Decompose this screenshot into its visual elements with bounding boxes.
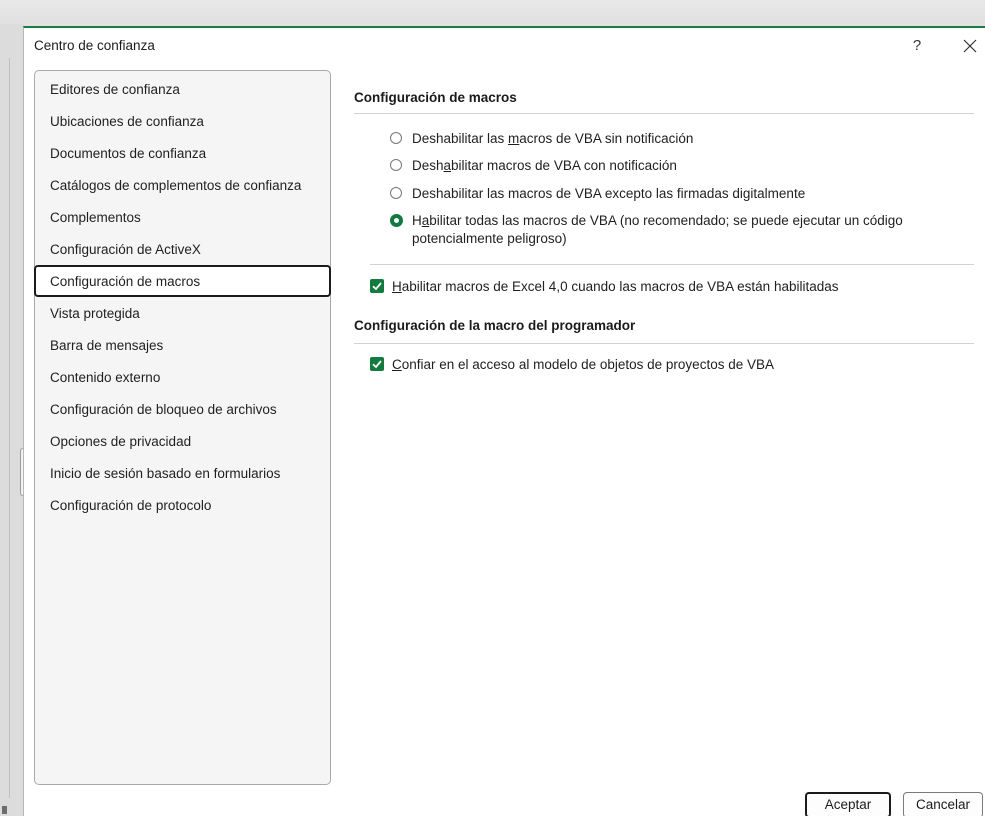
category-nav: Editores de confianza Ubicaciones de con… xyxy=(34,70,331,785)
developer-divider xyxy=(354,343,974,344)
radio-label: Deshabilitar las macros de VBA excepto l… xyxy=(412,186,806,201)
nav-item-trusted-locations[interactable]: Ubicaciones de confianza xyxy=(36,107,329,137)
macro-settings-divider xyxy=(354,113,974,114)
nav-item-trusted-publishers[interactable]: Editores de confianza xyxy=(36,75,329,105)
radio-circle xyxy=(390,132,402,144)
background-divider xyxy=(9,58,10,798)
excel-background-left xyxy=(0,24,24,816)
nav-item-protected-view[interactable]: Vista protegida xyxy=(36,299,329,329)
close-button[interactable] xyxy=(956,34,982,58)
macro-settings-heading: Configuración de macros xyxy=(354,90,517,105)
excel-background-top xyxy=(0,0,985,24)
nav-item-macro-settings[interactable]: Configuración de macros xyxy=(34,265,331,297)
options-divider xyxy=(370,264,974,265)
nav-item-message-bar[interactable]: Barra de mensajes xyxy=(36,331,329,361)
checkmark-icon xyxy=(372,282,382,291)
radio-label: Deshabilitar las macros de VBA sin notif… xyxy=(412,131,694,146)
checkbox-label: Confiar en el acceso al modelo de objeto… xyxy=(392,357,774,372)
ok-button[interactable]: Aceptar xyxy=(805,792,891,816)
radio-circle xyxy=(390,159,402,171)
checkmark-icon xyxy=(372,360,382,369)
trust-center-dialog: Centro de confianza ? Editores de confia… xyxy=(23,26,985,816)
help-button[interactable]: ? xyxy=(907,35,927,57)
nav-item-activex-settings[interactable]: Configuración de ActiveX xyxy=(36,235,329,265)
nav-item-trusted-addin-catalogs[interactable]: Catálogos de complementos de confianza xyxy=(36,171,329,201)
checkbox-checked xyxy=(370,357,384,371)
radio-label: Deshabilitar macros de VBA con notificac… xyxy=(412,158,677,173)
nav-item-privacy-options[interactable]: Opciones de privacidad xyxy=(36,427,329,457)
radio-circle xyxy=(390,187,402,199)
nav-item-file-block-settings[interactable]: Configuración de bloqueo de archivos xyxy=(36,395,329,425)
nav-item-external-content[interactable]: Contenido externo xyxy=(36,363,329,393)
nav-item-protocol-settings[interactable]: Configuración de protocolo xyxy=(36,491,329,521)
radio-label: Habilitar todas las macros de VBA (no re… xyxy=(412,213,903,246)
checkbox-checked xyxy=(370,279,384,293)
developer-macro-heading: Configuración de la macro del programado… xyxy=(354,318,636,333)
nav-item-form-based-signin[interactable]: Inicio de sesión basado en formularios xyxy=(36,459,329,489)
radio-circle-selected xyxy=(390,214,403,227)
dialog-title-bar: Centro de confianza ? xyxy=(24,28,985,64)
background-corner-mark xyxy=(2,806,7,814)
dialog-title: Centro de confianza xyxy=(34,38,155,53)
nav-item-addins[interactable]: Complementos xyxy=(36,203,329,233)
cancel-button[interactable]: Cancelar xyxy=(903,792,983,816)
nav-item-trusted-documents[interactable]: Documentos de confianza xyxy=(36,139,329,169)
checkbox-label: Habilitar macros de Excel 4,0 cuando las… xyxy=(392,279,839,294)
close-icon xyxy=(963,39,977,53)
